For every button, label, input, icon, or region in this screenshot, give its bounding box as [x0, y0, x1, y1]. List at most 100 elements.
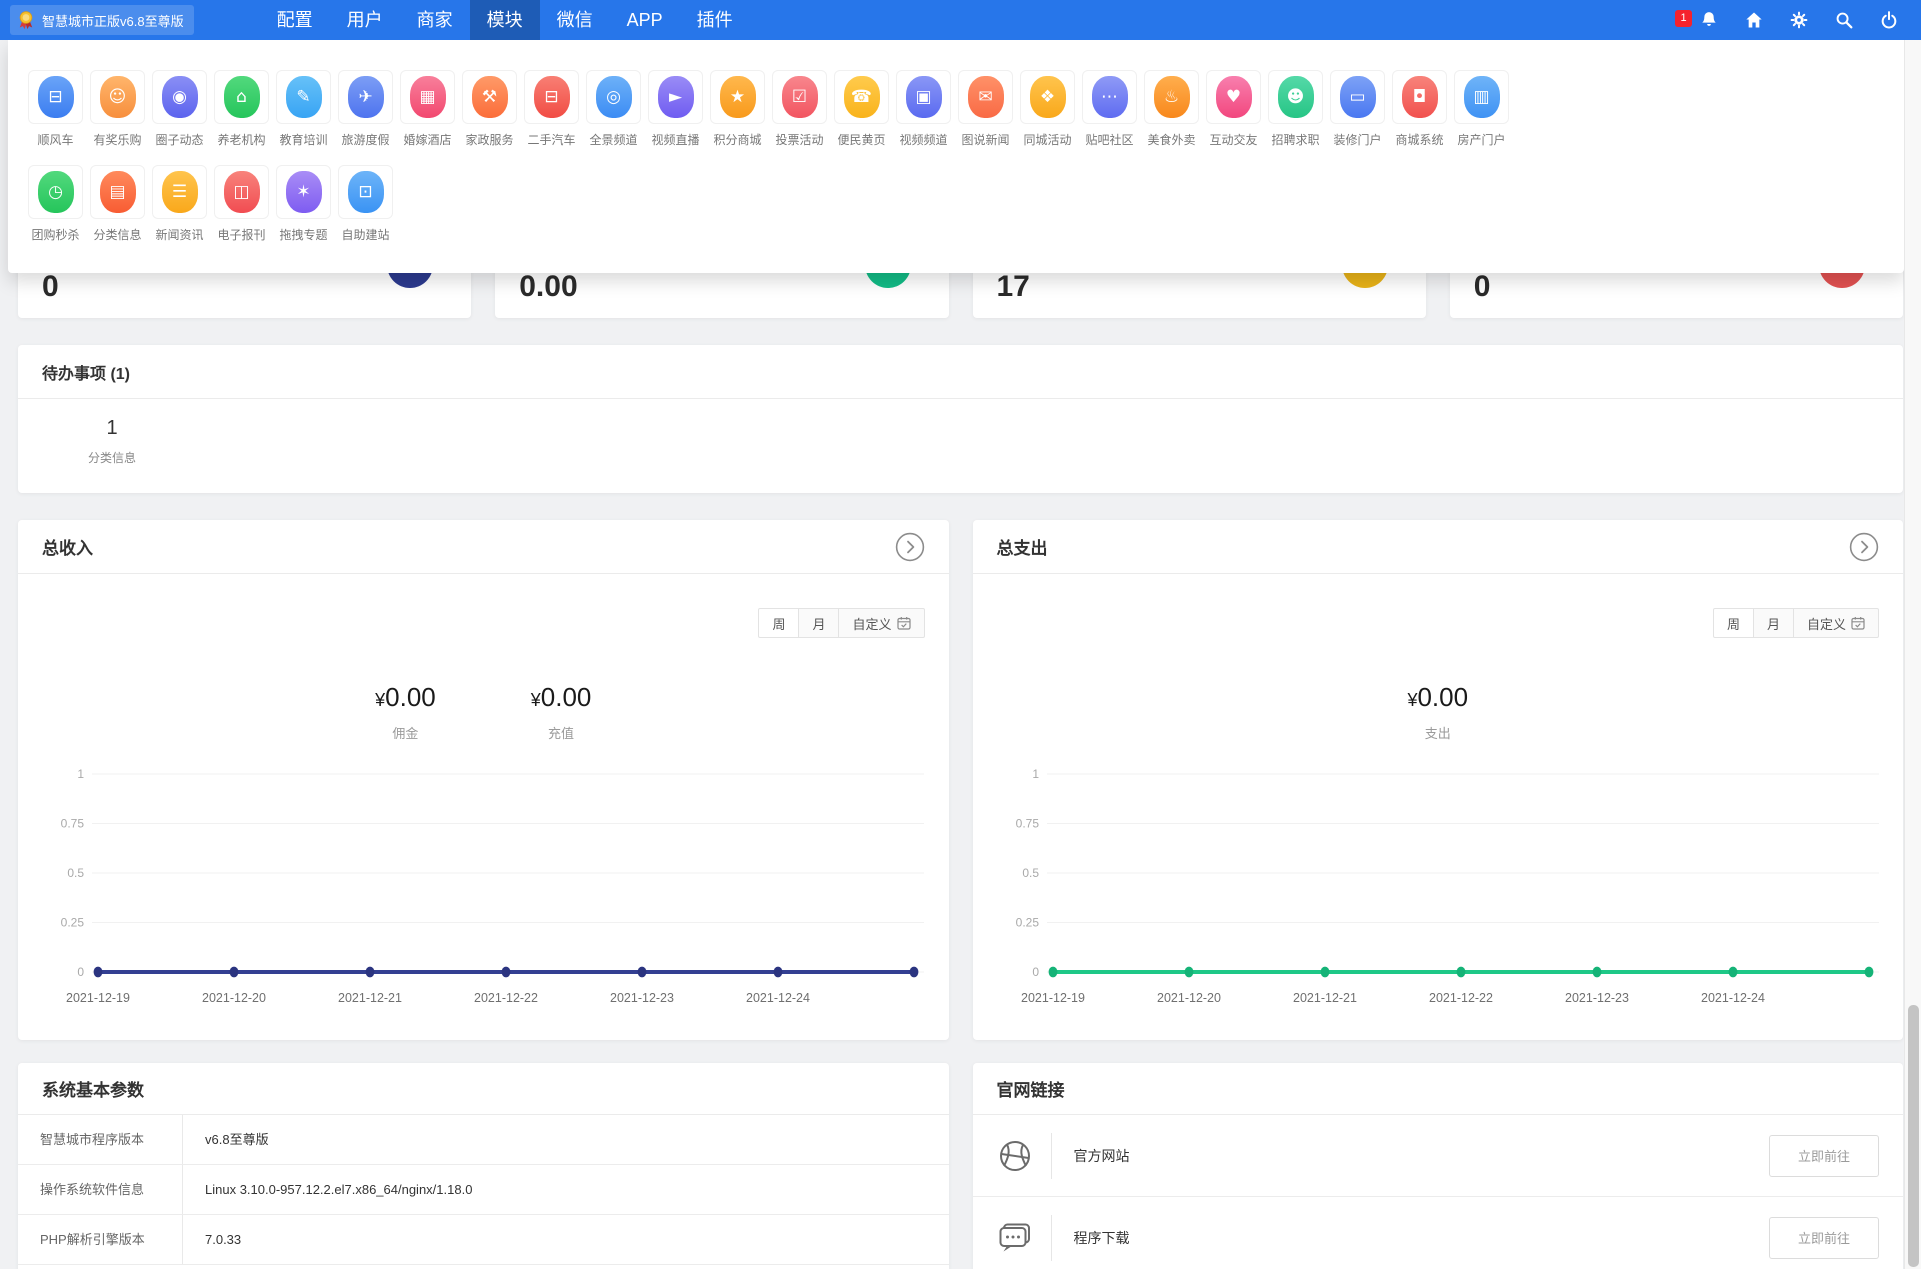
module-icon-box: ◷	[28, 165, 83, 219]
module-label: 同城活动	[1023, 131, 1071, 148]
module-label: 房产门户	[1457, 131, 1505, 148]
module-item-积分商城[interactable]: ★积分商城	[710, 70, 765, 148]
module-item-教育培训[interactable]: ✎教育培训	[276, 70, 331, 148]
nav-item-配置[interactable]: 配置	[260, 0, 330, 40]
module-item-二手汽车[interactable]: ⊟二手汽车	[524, 70, 579, 148]
period-button-月[interactable]: 月	[1753, 608, 1794, 638]
svg-text:2021-12-19: 2021-12-19	[1021, 991, 1085, 1005]
divider	[1051, 1133, 1052, 1179]
expense-summary: ¥0.00支出	[973, 682, 1904, 742]
module-item-招聘求职[interactable]: ☻招聘求职	[1268, 70, 1323, 148]
search-icon[interactable]	[1834, 10, 1854, 30]
app-logo[interactable]: 智慧城市正版v6.8至尊版	[10, 5, 194, 35]
nav-item-商家[interactable]: 商家	[400, 0, 470, 40]
module-label: 装修门户	[1333, 131, 1381, 148]
module-item-商城系统[interactable]: ◘商城系统	[1392, 70, 1447, 148]
expense-line-chart: 10.750.50.2502021-12-192021-12-202021-12…	[995, 760, 1879, 1020]
nav-item-微信[interactable]: 微信	[540, 0, 610, 40]
nav-item-模块[interactable]: 模块	[470, 0, 540, 40]
photo-news-icon: ✉	[968, 76, 1004, 118]
system-params-title: 系统基本参数	[42, 1076, 144, 1101]
module-item-便民黄页[interactable]: ☎便民黄页	[834, 70, 889, 148]
module-item-房产门户[interactable]: ▥房产门户	[1454, 70, 1509, 148]
module-item-分类信息[interactable]: ▤分类信息	[90, 165, 145, 243]
period-button-周[interactable]: 周	[1713, 608, 1754, 638]
module-label: 有奖乐购	[93, 131, 141, 148]
period-button-月[interactable]: 月	[798, 608, 839, 638]
medal-icon: ★	[720, 76, 756, 118]
modules-row-1: ⊟顺风车☺有奖乐购◉圈子动态⌂养老机构✎教育培训✈旅游度假▦婚嫁酒店⚒家政服务⊟…	[28, 70, 1904, 148]
bottom-row: 系统基本参数 智慧城市程序版本v6.8至尊版操作系统软件信息Linux 3.10…	[18, 1063, 1903, 1269]
module-item-同城活动[interactable]: ❖ 同城活动	[1020, 70, 1075, 148]
svg-text:2021-12-20: 2021-12-20	[1157, 991, 1221, 1005]
todo-item-classified[interactable]: 1 分类信息	[76, 417, 148, 466]
income-chart-card: 总收入 周月自定义 ¥0.00佣金¥0.00充值 10.750.50.25020…	[18, 520, 949, 1040]
module-item-图说新闻[interactable]: ✉图说新闻	[958, 70, 1013, 148]
navbar-actions: 1	[1675, 0, 1899, 40]
summary-充值: ¥0.00充值	[531, 682, 592, 742]
stat-value: 0	[1474, 270, 1491, 304]
drag-topic-star-icon: ✶	[286, 171, 322, 213]
scrollbar-thumb[interactable]	[1908, 1005, 1919, 1267]
svg-text:1: 1	[77, 767, 84, 781]
nav-item-用户[interactable]: 用户	[330, 0, 400, 40]
module-icon-box: ⊟	[28, 70, 83, 124]
param-label: PHP解析引擎版本	[18, 1215, 183, 1264]
module-label: 家政服务	[465, 131, 513, 148]
module-item-圈子动态[interactable]: ◉圈子动态	[152, 70, 207, 148]
period-button-周[interactable]: 周	[758, 608, 799, 638]
period-button-自定义[interactable]: 自定义	[1793, 608, 1879, 638]
module-item-美食外卖[interactable]: ♨美食外卖	[1144, 70, 1199, 148]
svg-text:0: 0	[77, 965, 84, 979]
module-item-婚嫁酒店[interactable]: ▦婚嫁酒店	[400, 70, 455, 148]
module-item-投票活动[interactable]: ☑投票活动	[772, 70, 827, 148]
module-item-全景频道[interactable]: ◎全景频道	[586, 70, 641, 148]
module-item-互动交友[interactable]: ♥互动交友	[1206, 70, 1261, 148]
page-scrollbar[interactable]	[1904, 40, 1921, 1269]
module-icon-box: ▭	[1330, 70, 1385, 124]
gear-icon[interactable]	[1789, 10, 1809, 30]
module-item-电子报刊[interactable]: ◫电子报刊	[214, 165, 269, 243]
module-item-有奖乐购[interactable]: ☺有奖乐购	[90, 70, 145, 148]
classified-box-icon: ▤	[100, 171, 136, 213]
period-button-自定义[interactable]: 自定义	[838, 608, 924, 638]
nav-item-APP[interactable]: APP	[610, 0, 680, 40]
svg-text:2021-12-19: 2021-12-19	[66, 991, 130, 1005]
svg-text:2021-12-22: 2021-12-22	[1429, 991, 1493, 1005]
module-item-视频频道[interactable]: ▣视频频道	[896, 70, 951, 148]
power-icon[interactable]	[1879, 10, 1899, 30]
module-item-自助建站[interactable]: ⊡自助建站	[338, 165, 393, 243]
income-chart-header: 总收入	[18, 520, 949, 574]
svg-text:2021-12-21: 2021-12-21	[1293, 991, 1357, 1005]
modules-dropdown-panel: ⊟顺风车☺有奖乐购◉圈子动态⌂养老机构✎教育培训✈旅游度假▦婚嫁酒店⚒家政服务⊟…	[8, 40, 1904, 273]
nav-item-插件[interactable]: 插件	[680, 0, 750, 40]
module-item-装修门户[interactable]: ▭ 装修门户	[1330, 70, 1385, 148]
gift-icon: ❖	[1030, 76, 1066, 118]
module-item-顺风车[interactable]: ⊟顺风车	[28, 70, 83, 148]
module-icon-box: ▦	[400, 70, 455, 124]
module-item-视频直播[interactable]: ►视频直播	[648, 70, 703, 148]
module-item-拖拽专题[interactable]: ✶拖拽专题	[276, 165, 331, 243]
chevron-right-icon[interactable]	[1849, 532, 1879, 562]
go-now-button[interactable]: 立即前往	[1769, 1135, 1879, 1177]
link-row-官方网站: 官方网站立即前往	[973, 1115, 1904, 1197]
go-now-button[interactable]: 立即前往	[1769, 1217, 1879, 1259]
module-item-贴吧社区[interactable]: ⋯贴吧社区	[1082, 70, 1137, 148]
module-item-养老机构[interactable]: ⌂养老机构	[214, 70, 269, 148]
module-label: 视频频道	[899, 131, 947, 148]
bell-icon[interactable]	[1699, 10, 1719, 30]
home-icon[interactable]	[1744, 10, 1764, 30]
moments-icon: ◉	[162, 76, 198, 118]
svg-text:1: 1	[1032, 767, 1039, 781]
module-item-旅游度假[interactable]: ✈旅游度假	[338, 70, 393, 148]
module-item-团购秒杀[interactable]: ◷团购秒杀	[28, 165, 83, 243]
module-item-新闻资讯[interactable]: ☰新闻资讯	[152, 165, 207, 243]
chevron-right-icon[interactable]	[895, 532, 925, 562]
system-param-row: 操作系统软件信息Linux 3.10.0-957.12.2.el7.x86_64…	[18, 1165, 949, 1215]
hearts-icon: ♥	[1216, 76, 1252, 118]
module-item-家政服务[interactable]: ⚒家政服务	[462, 70, 517, 148]
medal-icon	[16, 10, 36, 30]
module-icon-box: ✶	[276, 165, 331, 219]
svg-text:2021-12-21: 2021-12-21	[338, 991, 402, 1005]
module-label: 视频直播	[651, 131, 699, 148]
